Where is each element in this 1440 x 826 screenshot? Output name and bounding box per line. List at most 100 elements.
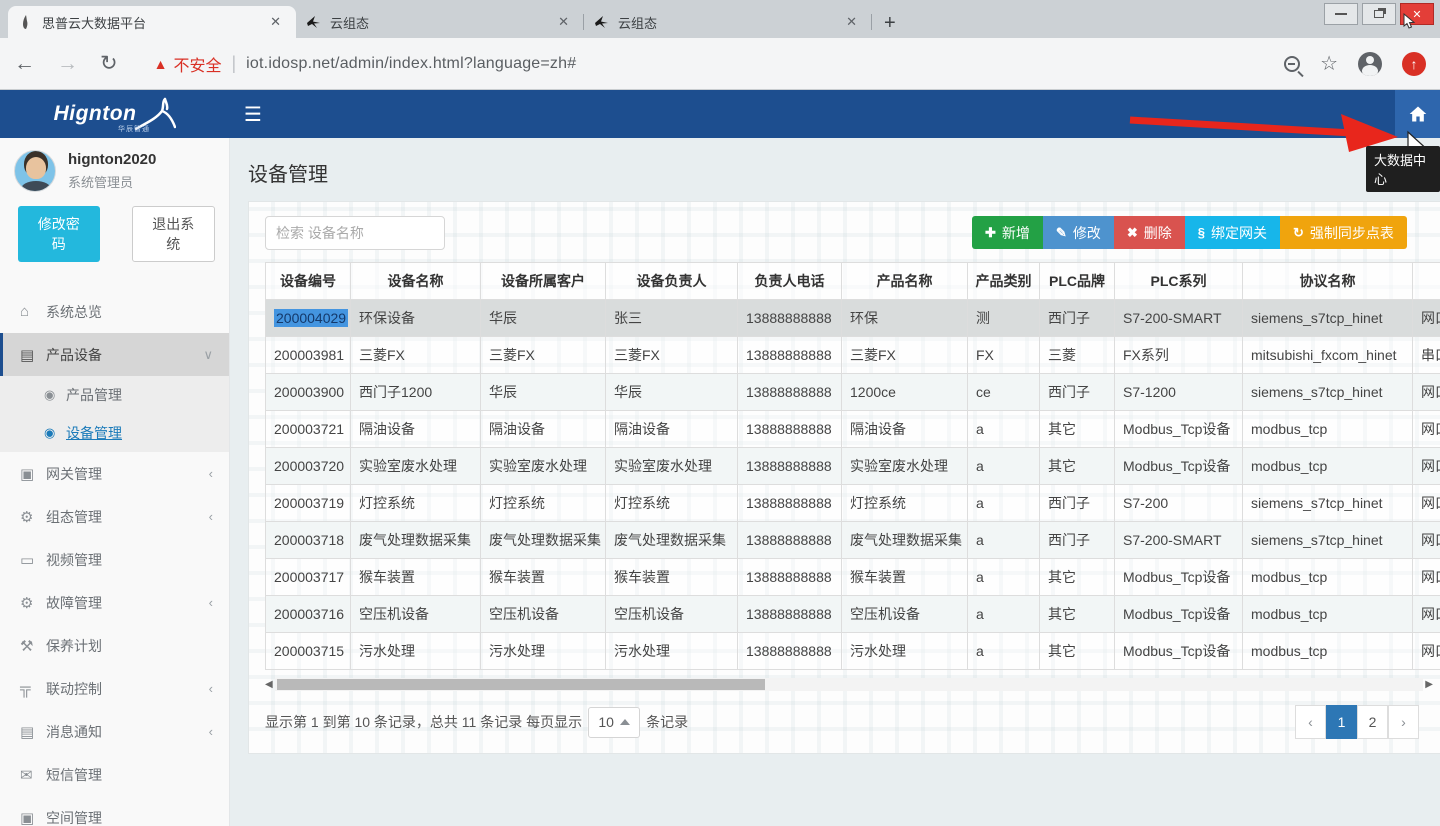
table-cell: 污水处理 xyxy=(606,633,738,670)
table-row[interactable]: 200003716空压机设备空压机设备空压机设备13888888888空压机设备… xyxy=(266,596,1440,633)
search-input[interactable] xyxy=(265,216,445,250)
column-header-PLC品牌[interactable]: PLC品牌 xyxy=(1040,263,1115,300)
close-button[interactable]: ✕ xyxy=(1400,3,1434,25)
hamburger-menu-icon[interactable]: ☰ xyxy=(244,102,262,127)
sidebar-item-组态管理[interactable]: ⚙组态管理‹ xyxy=(0,495,229,538)
sidebar-item-消息通知[interactable]: ▤消息通知‹ xyxy=(0,710,229,753)
column-header-协议名称[interactable]: 协议名称 xyxy=(1243,263,1413,300)
dot-circle-icon: ◉ xyxy=(44,387,66,403)
新增-button[interactable]: ✚新增 xyxy=(972,216,1043,249)
logo[interactable]: Hignton 华辰智通 xyxy=(0,90,230,138)
table-cell: 西门子 xyxy=(1040,374,1115,411)
column-header-设备所属客户[interactable]: 设备所属客户 xyxy=(481,263,606,300)
column-header-通讯方式[interactable]: 通讯方式 xyxy=(1413,263,1440,300)
table-row[interactable]: 200004029环保设备华辰张三13888888888环保测西门子S7-200… xyxy=(266,300,1440,337)
column-header-产品类别[interactable]: 产品类别 xyxy=(968,263,1040,300)
sidebar-item-故障管理[interactable]: ⚙故障管理‹ xyxy=(0,581,229,624)
page-button-1[interactable]: 1 xyxy=(1326,705,1357,739)
table-row[interactable]: 200003720实验室废水处理实验室废水处理实验室废水处理1388888888… xyxy=(266,448,1440,485)
sidebar-item-联动控制[interactable]: ╦联动控制‹ xyxy=(0,667,229,710)
table-cell: 灯控系统 xyxy=(481,485,606,522)
page-button-‹[interactable]: ‹ xyxy=(1295,705,1326,739)
table-cell: siemens_s7tcp_hinet xyxy=(1243,485,1413,522)
column-header-产品名称[interactable]: 产品名称 xyxy=(842,263,968,300)
browser-tab[interactable]: 思普云大数据平台✕ xyxy=(8,6,296,38)
sidebar-item-短信管理[interactable]: ✉短信管理 xyxy=(0,753,229,796)
tab-close-icon[interactable]: ✕ xyxy=(265,12,286,32)
sidebar-item-产品设备[interactable]: ▤产品设备∨ xyxy=(0,333,229,376)
column-header-设备名称[interactable]: 设备名称 xyxy=(351,263,481,300)
maximize-icon xyxy=(1374,10,1384,18)
reload-icon[interactable]: ↻ xyxy=(100,51,118,76)
scroll-right-icon[interactable]: ▶ xyxy=(1423,679,1433,690)
table-cell: 200004029 xyxy=(266,300,351,337)
table-row[interactable]: 200003981三菱FX三菱FX三菱FX13888888888三菱FXFX三菱… xyxy=(266,337,1440,374)
page-button-2[interactable]: 2 xyxy=(1357,705,1388,739)
url-text[interactable]: iot.idosp.net/admin/index.html?language=… xyxy=(246,55,576,73)
table-cell: 1200ce xyxy=(842,374,968,411)
tab-title: 云组态 xyxy=(330,13,553,32)
删除-button[interactable]: ✖删除 xyxy=(1114,216,1185,249)
selected-device-id: 200004029 xyxy=(274,309,348,327)
monitor-icon: ▭ xyxy=(20,551,46,569)
sidebar-item-空间管理[interactable]: ▣空间管理 xyxy=(0,796,229,826)
强制同步点表-button[interactable]: ↻强制同步点表 xyxy=(1280,216,1407,249)
zoom-out-icon[interactable] xyxy=(1284,56,1300,72)
column-header-设备负责人[interactable]: 设备负责人 xyxy=(606,263,738,300)
browser-titlebar: 思普云大数据平台✕云组态✕云组态✕+ ✕ xyxy=(0,0,1440,38)
browser-tab[interactable]: 云组态✕ xyxy=(296,6,584,38)
sidebar-item-label: 系统总览 xyxy=(46,302,213,322)
maximize-button[interactable] xyxy=(1362,3,1396,25)
table-row[interactable]: 200003715污水处理污水处理污水处理13888888888污水处理a其它M… xyxy=(266,633,1440,670)
table-row[interactable]: 200003721隔油设备隔油设备隔油设备13888888888隔油设备a其它M… xyxy=(266,411,1440,448)
logout-button[interactable]: 退出系统 xyxy=(132,206,216,262)
scrollbar-thumb[interactable] xyxy=(277,679,765,690)
table-row[interactable]: 200003719灯控系统灯控系统灯控系统13888888888灯控系统a西门子… xyxy=(266,485,1440,522)
forward-icon[interactable]: → xyxy=(57,52,78,76)
scroll-left-icon[interactable]: ◀ xyxy=(265,679,275,690)
table-cell: mitsubishi_fxcom_hinet xyxy=(1243,337,1413,374)
sidebar-item-视频管理[interactable]: ▭视频管理 xyxy=(0,538,229,581)
new-tab-button[interactable]: + xyxy=(872,8,908,38)
sidebar-item-系统总览[interactable]: ⌂系统总览 xyxy=(0,290,229,333)
修改-button[interactable]: ✎修改 xyxy=(1043,216,1114,249)
sidebar-subitem-label: 产品管理 xyxy=(66,385,213,405)
table-cell: 灯控系统 xyxy=(351,485,481,522)
bookmark-star-icon[interactable]: ☆ xyxy=(1320,51,1338,76)
minimize-button[interactable] xyxy=(1324,3,1358,25)
security-warning-label[interactable]: 不安全 xyxy=(173,52,221,76)
sidebar-subitem-设备管理[interactable]: ◉设备管理 xyxy=(0,414,229,452)
column-header-PLC系列[interactable]: PLC系列 xyxy=(1115,263,1243,300)
绑定网关-button[interactable]: §绑定网关 xyxy=(1185,216,1280,249)
table-cell: 废气处理数据采集 xyxy=(351,522,481,559)
home-button[interactable] xyxy=(1395,90,1440,138)
table-row[interactable]: 200003900西门子1200华辰华辰138888888881200cece西… xyxy=(266,374,1440,411)
tab-close-icon[interactable]: ✕ xyxy=(553,12,574,32)
column-header-负责人电话[interactable]: 负责人电话 xyxy=(738,263,842,300)
back-icon[interactable]: ← xyxy=(14,52,35,76)
table-cell: 200003721 xyxy=(266,411,351,448)
change-password-button[interactable]: 修改密码 xyxy=(18,206,100,262)
address-bar[interactable]: ▲ 不安全 | iot.idosp.net/admin/index.html?l… xyxy=(140,52,1272,76)
avatar[interactable] xyxy=(14,150,56,192)
scrollbar-track[interactable] xyxy=(275,678,1423,691)
table-cell: 其它 xyxy=(1040,633,1115,670)
table-row[interactable]: 200003717猴车装置猴车装置猴车装置13888888888猴车装置a其它M… xyxy=(266,559,1440,596)
sidebar-item-label: 短信管理 xyxy=(46,765,213,785)
horizontal-scrollbar[interactable]: ◀ ▶ xyxy=(265,676,1433,693)
tab-close-icon[interactable]: ✕ xyxy=(841,12,862,32)
column-header-设备编号[interactable]: 设备编号 xyxy=(266,263,351,300)
browser-update-icon[interactable]: ↑ xyxy=(1402,52,1426,76)
sidebar-subitem-产品管理[interactable]: ◉产品管理 xyxy=(0,376,229,414)
sidebar-item-保养计划[interactable]: ⚒保养计划 xyxy=(0,624,229,667)
page-size-select[interactable]: 10 xyxy=(588,707,640,738)
table-cell: a xyxy=(968,485,1040,522)
table-cell: 200003718 xyxy=(266,522,351,559)
browser-profile-icon[interactable] xyxy=(1358,52,1382,76)
page-button-›[interactable]: › xyxy=(1388,705,1419,739)
sidebar-item-网关管理[interactable]: ▣网关管理‹ xyxy=(0,452,229,495)
close-icon: ✖ xyxy=(1127,225,1138,241)
table-cell: 实验室废水处理 xyxy=(351,448,481,485)
browser-tab[interactable]: 云组态✕ xyxy=(584,6,872,38)
table-row[interactable]: 200003718废气处理数据采集废气处理数据采集废气处理数据采集1388888… xyxy=(266,522,1440,559)
